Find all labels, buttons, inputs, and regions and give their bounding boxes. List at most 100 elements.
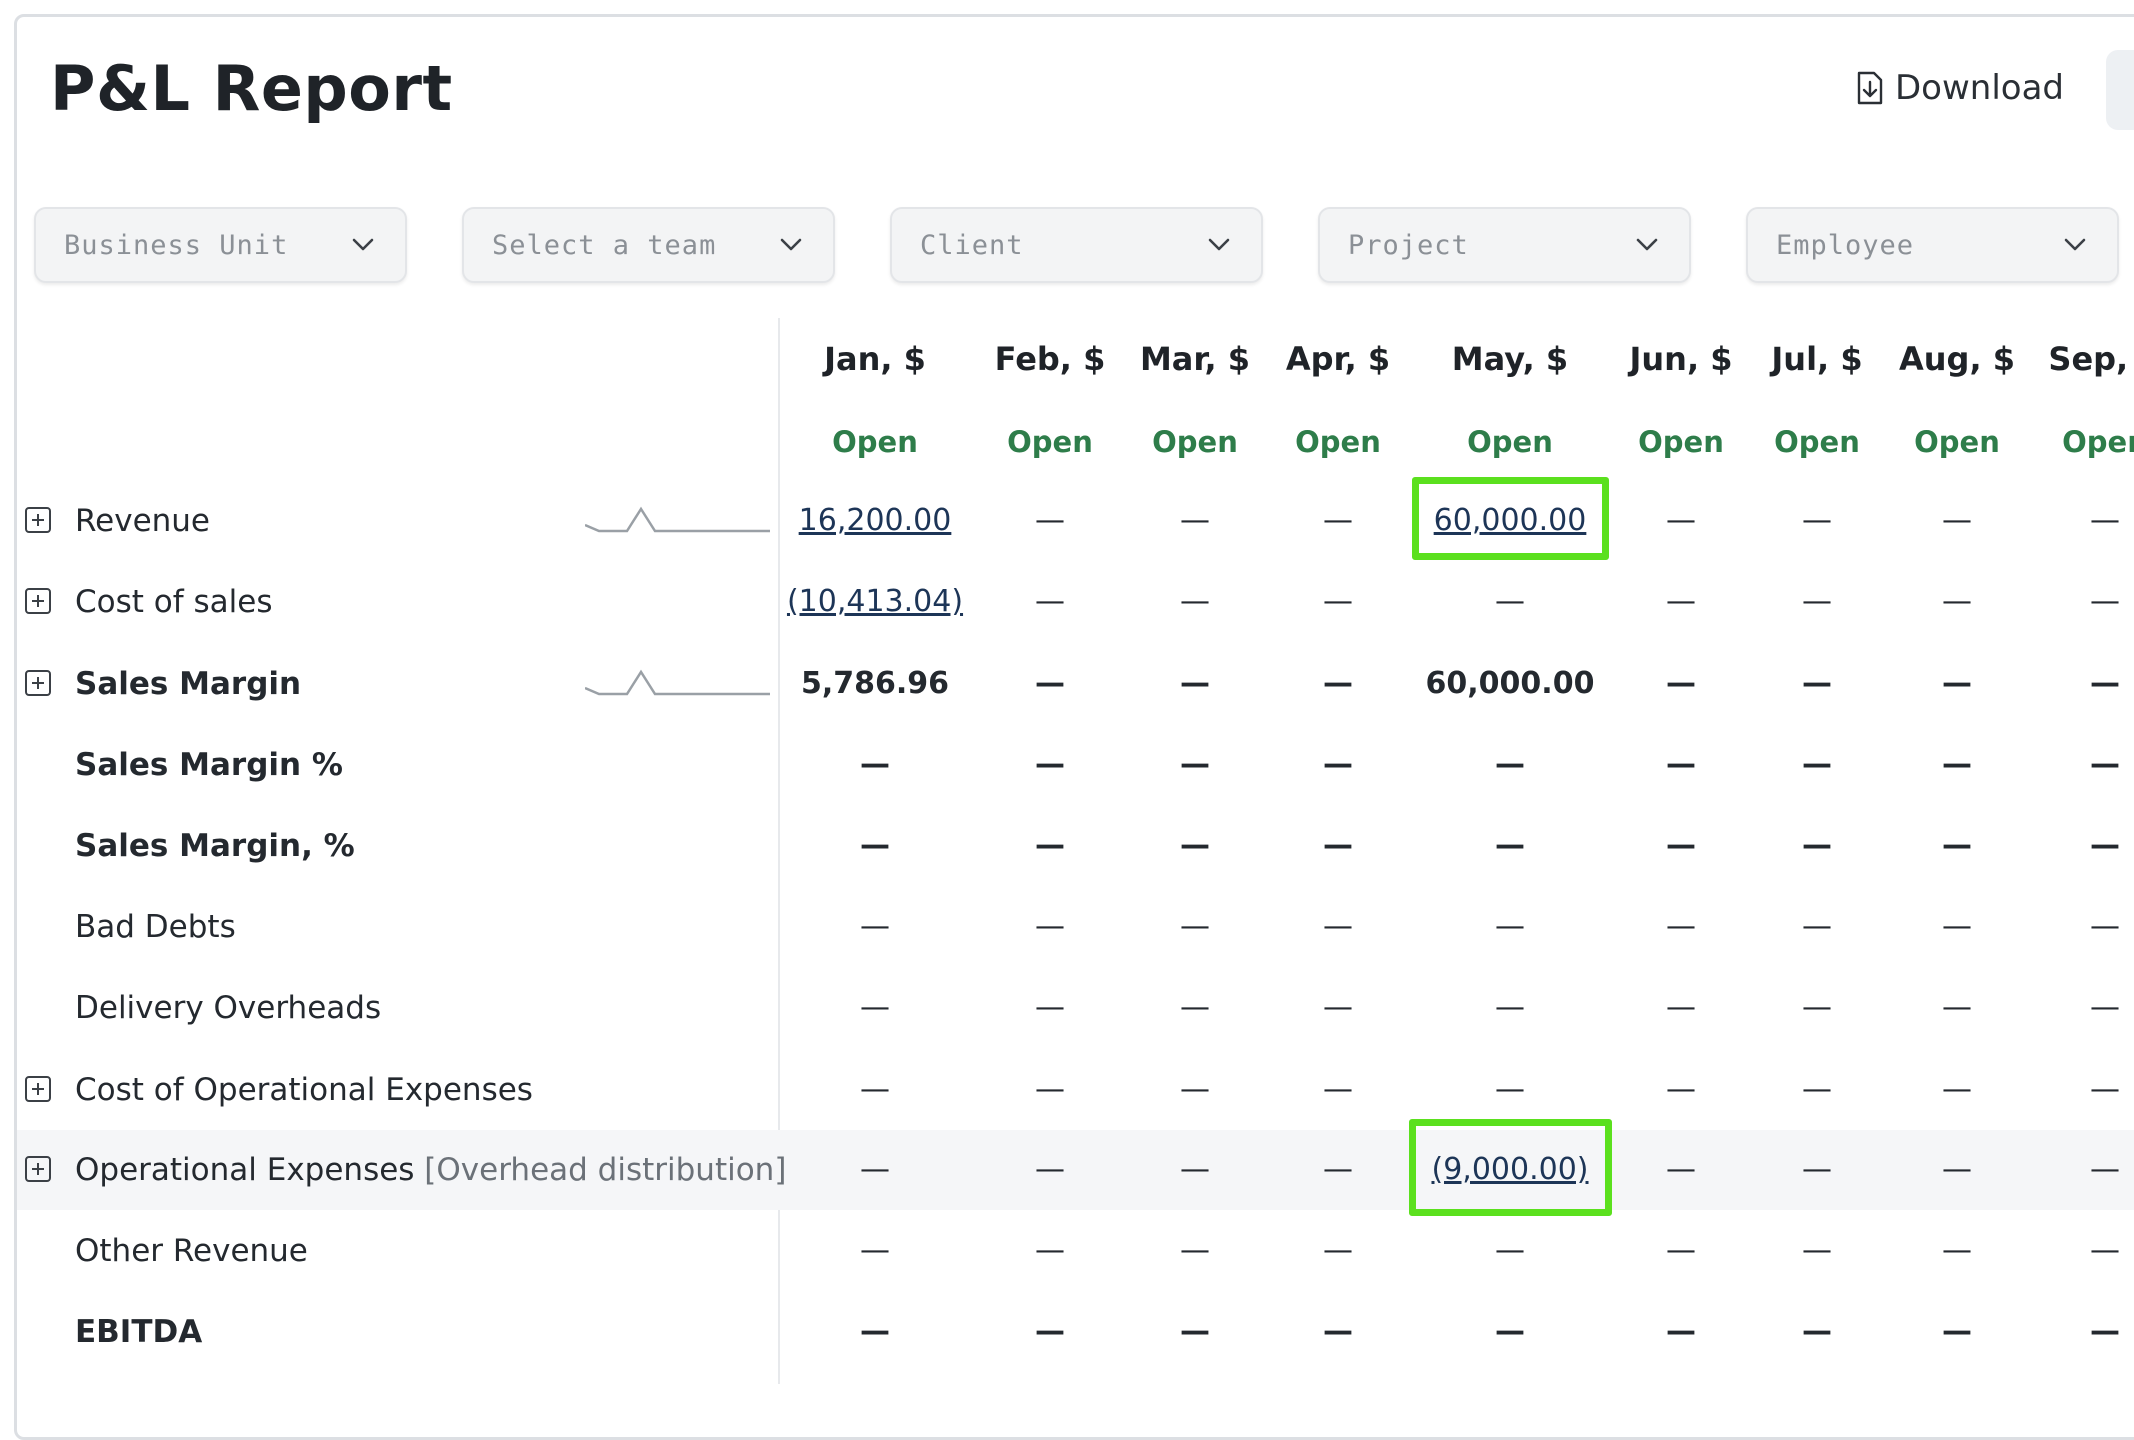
value-cell: — [1035, 909, 1065, 944]
period-status[interactable]: Open [1467, 425, 1553, 459]
client-select[interactable]: Client [890, 207, 1263, 283]
table-row: Revenue 16,200.00 — — — 60,000.00 — — — — [17, 477, 2134, 561]
value-cell: — [1180, 747, 1210, 782]
expand-icon[interactable] [25, 1076, 51, 1102]
period-status[interactable]: Open [1007, 425, 1093, 459]
value-cell: — [1323, 990, 1353, 1025]
period-status[interactable]: Open [1774, 425, 1860, 459]
value-cell: — [1666, 1233, 1696, 1268]
value-cell: — [1180, 1314, 1210, 1349]
expand-icon[interactable] [25, 1156, 51, 1182]
value-cell: — [1666, 503, 1696, 538]
row-label: Sales Margin [75, 666, 302, 702]
month-header: Feb, $ [994, 340, 1106, 378]
month-header: Jan, $ [824, 340, 926, 378]
value-cell: — [1942, 1314, 1972, 1349]
value-cell: — [1495, 990, 1525, 1025]
chevron-down-icon [2064, 238, 2086, 251]
value-cell: — [1323, 828, 1353, 863]
value-cell: — [1495, 1314, 1525, 1349]
month-header: Jun, $ [1629, 340, 1733, 378]
value-cell: — [1802, 503, 1832, 538]
period-status[interactable]: Open [1914, 425, 2000, 459]
chevron-down-icon [780, 238, 802, 251]
project-placeholder: Project [1348, 229, 1469, 261]
value-cell: — [1180, 1152, 1210, 1187]
value-cell: — [2090, 584, 2120, 619]
row-label: EBITDA [75, 1314, 203, 1350]
business-unit-select[interactable]: Business Unit [34, 207, 407, 283]
value-cell: — [1035, 747, 1065, 782]
value-cell: — [1323, 909, 1353, 944]
business-unit-placeholder: Business Unit [64, 229, 289, 261]
period-status[interactable]: Open [832, 425, 918, 459]
row-label: Sales Margin, % [75, 828, 355, 864]
team-select[interactable]: Select a team [462, 207, 835, 283]
value-cell: — [1942, 503, 1972, 538]
value-cell: — [1035, 666, 1065, 701]
row-label: Other Revenue [75, 1233, 308, 1269]
value-cell: — [1495, 1233, 1525, 1268]
value-cell: — [1035, 584, 1065, 619]
row-label: Cost of Operational Expenses [75, 1072, 533, 1108]
employee-placeholder: Employee [1776, 229, 1915, 261]
value-cell: — [1323, 747, 1353, 782]
value-cell: — [1942, 909, 1972, 944]
value-cell: — [1495, 909, 1525, 944]
value-cell[interactable]: 16,200.00 [799, 481, 952, 561]
value-cell[interactable]: (10,413.04) [787, 562, 963, 642]
value-cell: — [1802, 1233, 1832, 1268]
value-cell: — [1802, 747, 1832, 782]
period-status[interactable]: Open [1295, 425, 1381, 459]
value-cell: — [1666, 828, 1696, 863]
value-cell: — [2090, 828, 2120, 863]
expand-icon[interactable] [25, 507, 51, 533]
value-link[interactable]: 60,000.00 [1434, 503, 1587, 538]
value-cell: — [1666, 1314, 1696, 1349]
download-label: Download [1895, 68, 2065, 108]
client-placeholder: Client [920, 229, 1024, 261]
value-cell: — [1666, 990, 1696, 1025]
value-cell: — [1942, 1233, 1972, 1268]
value-cell: — [860, 747, 890, 782]
value-cell: — [1942, 828, 1972, 863]
value-cell: — [1035, 1152, 1065, 1187]
value-cell: — [860, 909, 890, 944]
value-cell: — [1942, 1072, 1972, 1107]
value-cell: — [1942, 666, 1972, 701]
table-row: Sales Margin 5,786.96 — — — 60,000.00 — — — — [17, 644, 2134, 724]
row-label-suffix: [Overhead distribution] [414, 1152, 787, 1188]
period-status[interactable]: Open [1638, 425, 1724, 459]
row-label: Bad Debts [75, 909, 236, 945]
value-link[interactable]: (9,000.00) [1431, 1152, 1588, 1187]
value-cell: — [1802, 990, 1832, 1025]
value-cell[interactable]: 60,000.00 [1434, 481, 1587, 561]
value-cell: — [1180, 1233, 1210, 1268]
value-cell: — [1323, 666, 1353, 701]
value-cell: — [2090, 503, 2120, 538]
value-cell[interactable]: (9,000.00) [1431, 1130, 1588, 1210]
download-button[interactable]: Download [1855, 68, 2064, 108]
expand-icon[interactable] [25, 670, 51, 696]
period-status[interactable]: Open [1152, 425, 1238, 459]
sparkline [585, 669, 770, 696]
value-cell: — [1323, 1314, 1353, 1349]
period-status[interactable]: Open [2062, 425, 2134, 459]
table-row: Cost of sales (10,413.04) — — — — — — — — [17, 562, 2134, 642]
value-cell: — [860, 1233, 890, 1268]
value-link[interactable]: 16,200.00 [799, 503, 952, 538]
table-row: Delivery Overheads — — — — — — — — — [17, 968, 2134, 1048]
value-cell: — [860, 1072, 890, 1107]
value-cell: — [2090, 909, 2120, 944]
month-header: Sep, $ [2048, 340, 2134, 378]
value-cell: — [1180, 909, 1210, 944]
value-link[interactable]: (10,413.04) [787, 584, 963, 619]
project-select[interactable]: Project [1318, 207, 1691, 283]
more-actions-button[interactable] [2106, 50, 2134, 130]
expand-icon[interactable] [25, 588, 51, 614]
month-header: May, $ [1451, 340, 1569, 378]
employee-select[interactable]: Employee [1746, 207, 2119, 283]
table-row: Sales Margin, % — — — — — — — — — [17, 806, 2134, 886]
row-label: Sales Margin % [75, 747, 343, 783]
row-label: Delivery Overheads [75, 990, 382, 1026]
